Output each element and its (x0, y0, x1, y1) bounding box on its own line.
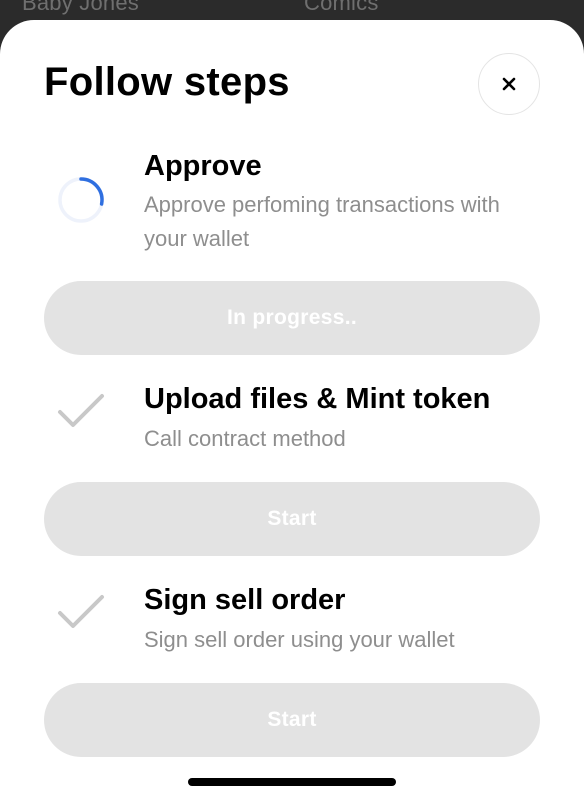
checkmark-icon (58, 394, 104, 427)
start-mint-button[interactable]: Start (44, 482, 540, 556)
step-title: Sign sell order (144, 584, 346, 616)
step-title: Upload files & Mint token (144, 383, 491, 415)
background-tab-baby-jones: Baby Jones (22, 0, 139, 15)
in-progress-button[interactable]: In progress.. (44, 281, 540, 355)
step-description: Approve perfoming transactions with your… (144, 192, 500, 251)
step-description: Sign sell order using your wallet (144, 627, 455, 652)
home-indicator[interactable] (188, 778, 396, 786)
close-icon (502, 77, 516, 91)
modal-title: Follow steps (44, 60, 290, 104)
spinner-icon (58, 177, 104, 223)
background-tab-comics: Comics (304, 0, 379, 15)
step-description: Call contract method (144, 426, 346, 451)
close-button[interactable] (478, 53, 540, 115)
follow-steps-modal: Follow steps Approve Approve perfoming t… (0, 20, 584, 800)
step-title: Approve (144, 150, 262, 182)
checkmark-icon (58, 595, 104, 628)
start-sign-button[interactable]: Start (44, 683, 540, 757)
